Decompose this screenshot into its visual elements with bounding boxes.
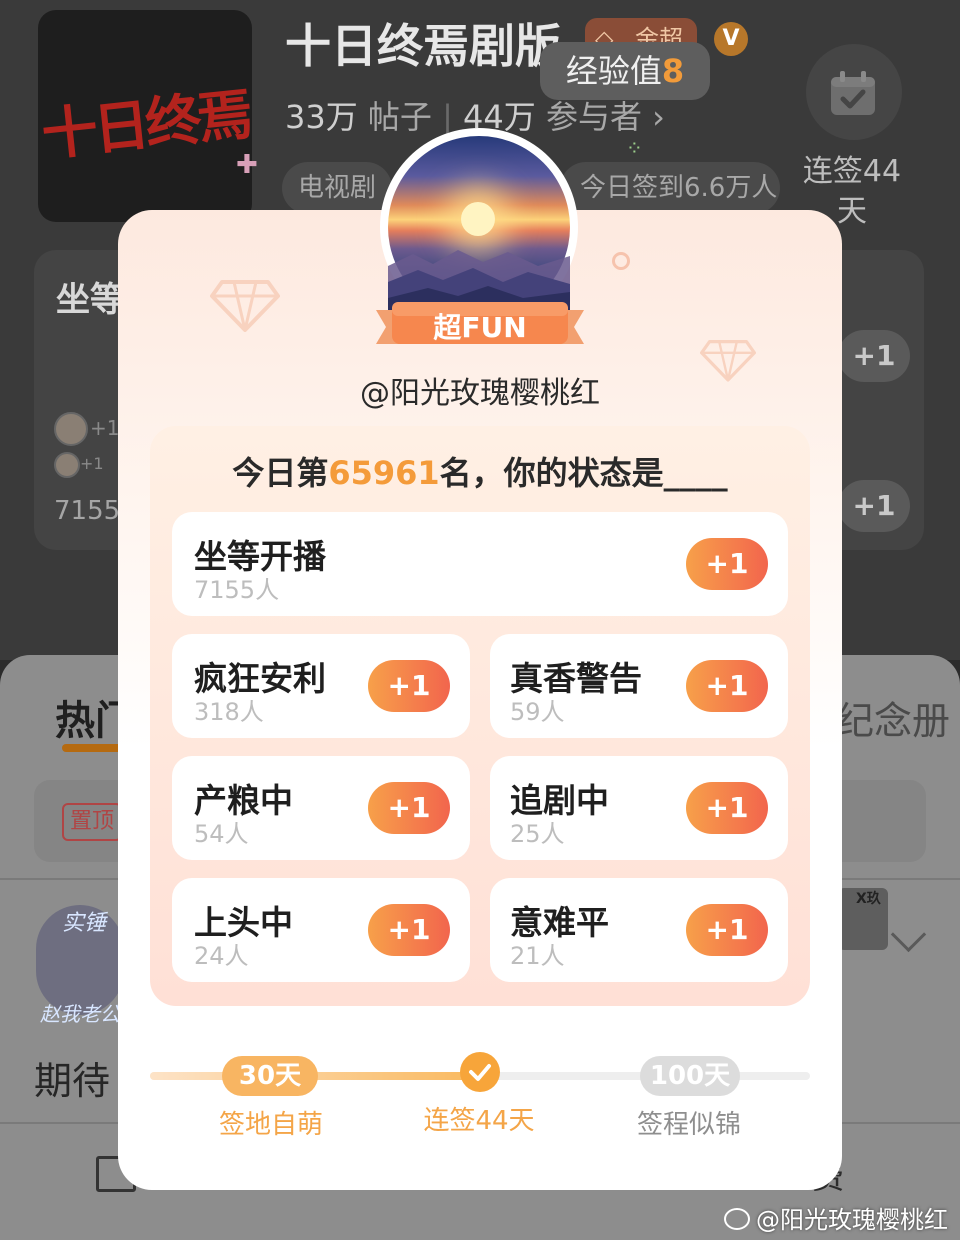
plus-one-button[interactable]: +1 (686, 782, 768, 834)
avatar-sun (461, 202, 495, 236)
avatar (54, 452, 80, 478)
chevron-right-icon: › (652, 98, 665, 136)
diamond-icon (210, 280, 280, 332)
mood-option-count: 59人 (510, 698, 565, 726)
milestone-pill: 100天 (640, 1056, 740, 1096)
mood-option-count: 318人 (194, 698, 264, 726)
tab-hot-indicator (62, 744, 122, 752)
mood-option-count: 25人 (510, 820, 565, 848)
milestone-label: 连签44天 (423, 1106, 535, 1136)
tab-album[interactable]: 纪念册 (836, 690, 950, 745)
sparkle-icon: ✚ (236, 150, 258, 180)
rank-line: 今日第65961名，你的状态是____ (150, 448, 810, 494)
bg-plus-small: +1 (80, 454, 104, 473)
plus-one-button[interactable]: +1 (368, 782, 450, 834)
bg-plus-small: +1 (90, 416, 120, 440)
rank-suffix: 名，你的状态是____ (439, 454, 728, 492)
milestone-label: 签地自萌 (218, 1110, 323, 1140)
fun-badge: 超FUN (433, 311, 527, 344)
plus-one-button[interactable]: +1 (368, 660, 450, 712)
exp-value: 8 (661, 52, 685, 90)
topic-cover-image[interactable]: 十日终焉 (38, 10, 252, 222)
exp-label: 经验值 (565, 52, 662, 90)
weibo-watermark: @阳光玫瑰樱桃红 (724, 1200, 948, 1235)
plus-one-button[interactable]: +1 (686, 660, 768, 712)
avatar-overlay-text: 实锤 (62, 911, 107, 936)
current-milestone-check-icon (460, 1052, 500, 1092)
stats-divider: | (442, 98, 453, 136)
plus-one-button[interactable]: +1 (368, 904, 450, 956)
posts-label: 帖子 (367, 98, 432, 136)
decoration-dot (612, 252, 630, 270)
mood-option-count: 7155人 (194, 576, 280, 604)
avatar-badge: X玖 (856, 891, 881, 907)
milestone-pill: 30天 (222, 1056, 318, 1096)
mood-option-count: 54人 (194, 820, 249, 848)
avatar (54, 412, 88, 446)
plus-one-button[interactable]: +1 (686, 904, 768, 956)
avatar-overlay-text: 赵我老公 (40, 1002, 120, 1026)
topic-title: 十日终焉剧版 (285, 19, 561, 73)
milestone-label: 签程似锦 (636, 1110, 741, 1140)
rank-number: 65961 (328, 454, 440, 492)
bg-card-title: 坐等 (56, 280, 124, 320)
calendar-check-icon (831, 71, 875, 115)
post-text: 期待 (34, 1059, 111, 1103)
mood-option-count: 24人 (194, 942, 249, 970)
streak-progress-fill (150, 1072, 487, 1080)
today-checkin-chip[interactable]: 今日签到6.6万人 (560, 162, 780, 214)
category-chip[interactable]: 电视剧 (282, 162, 392, 214)
posts-count: 33万 (285, 98, 358, 136)
bg-plus-button[interactable]: +1 (838, 480, 910, 532)
username: @阳光玫瑰樱桃红 (360, 376, 600, 411)
mood-option-count: 21人 (510, 942, 565, 970)
bg-plus-button[interactable]: +1 (838, 330, 910, 382)
weibo-icon (724, 1208, 750, 1230)
members-label: 参与者 (545, 98, 642, 136)
cover-title-text: 十日终焉 (38, 81, 252, 169)
pin-badge: 置顶 (62, 803, 122, 841)
watermark-text: @阳光玫瑰樱桃红 (756, 1206, 948, 1234)
verified-badge-icon: V (714, 22, 748, 56)
sparkle-icon: ⁘ (626, 136, 643, 160)
plus-one-button[interactable]: +1 (686, 538, 768, 590)
rank-prefix: 今日第 (232, 454, 329, 492)
